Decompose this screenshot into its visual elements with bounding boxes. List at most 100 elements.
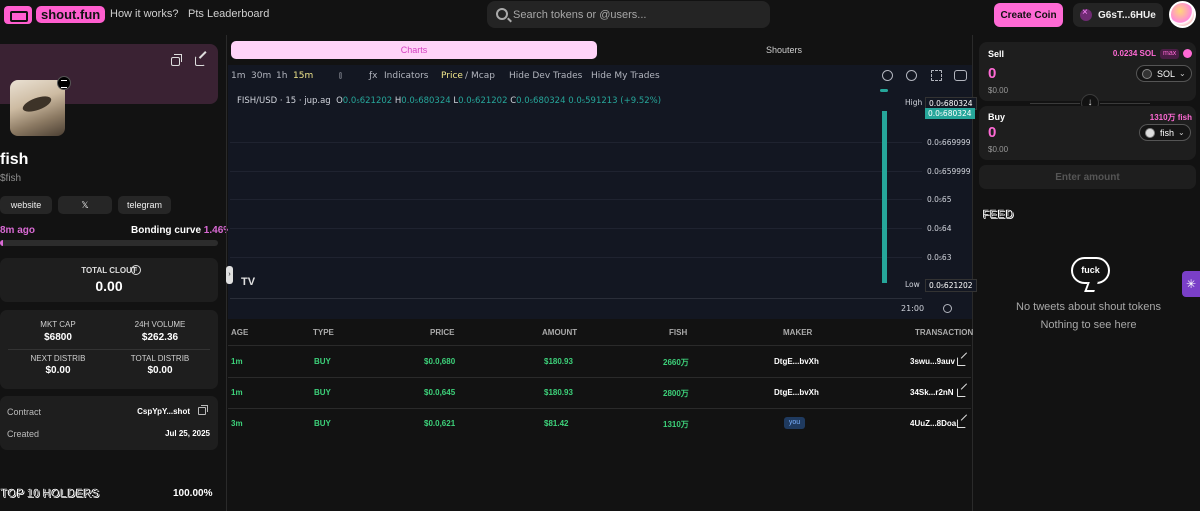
change-value: 0.0₅591213 (+9.52%) bbox=[568, 96, 662, 106]
website-button[interactable]: website bbox=[0, 196, 52, 214]
side-widget-icon[interactable]: ✳ bbox=[1182, 271, 1200, 297]
sell-token-select[interactable]: SOL ⌄ bbox=[1136, 65, 1192, 82]
sell-amount[interactable]: 0 bbox=[988, 65, 996, 82]
nav-how-it-works[interactable]: How it works? bbox=[110, 8, 178, 20]
mkt-cap-value: $6800 bbox=[44, 332, 72, 343]
indicators-icon: ƒx bbox=[369, 71, 378, 81]
tradingview-logo[interactable]: TV bbox=[241, 276, 255, 288]
top-holders-title: TOP 10 HOLDERS bbox=[0, 486, 99, 501]
high-value: 0.0₅680324 bbox=[401, 96, 451, 106]
stats-divider bbox=[8, 349, 210, 350]
header-maker: MAKER bbox=[783, 328, 813, 337]
settings-icon[interactable] bbox=[906, 70, 917, 81]
copy-contract-icon[interactable] bbox=[198, 405, 208, 415]
y-tick: 0.0₅669999 bbox=[927, 138, 971, 147]
indicators-button[interactable]: Indicators bbox=[384, 71, 428, 81]
table-row[interactable]: 3m BUY $0.0,621 $81.42 1310万 4UuZ...8Doa bbox=[228, 409, 971, 439]
contract-card bbox=[0, 396, 218, 450]
candle-wick bbox=[880, 89, 888, 92]
cell-price: $0.0,645 bbox=[424, 388, 456, 397]
gridline bbox=[230, 199, 922, 200]
hide-my-trades[interactable]: Hide My Trades bbox=[591, 71, 660, 81]
cell-fish: 2800万 bbox=[663, 389, 689, 398]
hide-dev-trades[interactable]: Hide Dev Trades bbox=[509, 71, 582, 81]
tab-charts[interactable]: Charts bbox=[231, 41, 597, 59]
cell-fish: 2660万 bbox=[663, 358, 689, 367]
cell-tx[interactable]: 4UuZ...8Doa bbox=[910, 419, 956, 428]
speech-bubble-icon: fuck bbox=[1071, 257, 1110, 284]
token-image bbox=[10, 80, 65, 136]
cell-age: 1m bbox=[231, 388, 243, 397]
tab-shouters[interactable]: Shouters bbox=[598, 41, 970, 59]
header-type: TYPE bbox=[313, 328, 334, 337]
header-price: PRICE bbox=[430, 328, 455, 337]
fullscreen-icon[interactable] bbox=[931, 70, 942, 81]
last-price-tag: 0.0₅680324 bbox=[925, 108, 975, 119]
camera-icon[interactable] bbox=[954, 70, 967, 81]
total-distrib-label: TOTAL DISTRIB bbox=[130, 354, 190, 363]
volume-label: 24H VOLUME bbox=[134, 320, 186, 329]
sell-usd: $0.00 bbox=[988, 86, 1009, 95]
y-tick: 0.0₅65 bbox=[927, 195, 952, 204]
max-button[interactable]: max bbox=[1160, 49, 1180, 59]
interval-30m[interactable]: 30m bbox=[251, 71, 271, 81]
volume-value: $262.36 bbox=[141, 332, 179, 343]
contract-address[interactable]: CspYpY...shot bbox=[110, 407, 190, 416]
cell-age: 3m bbox=[231, 419, 243, 428]
interval-15m[interactable]: 15m bbox=[293, 71, 313, 81]
enter-amount-button[interactable]: Enter amount bbox=[979, 165, 1196, 189]
candle-type-icon[interactable]: ⫾ bbox=[339, 71, 342, 81]
refresh-icon[interactable] bbox=[1183, 49, 1192, 58]
cell-amount: $180.93 bbox=[544, 388, 573, 397]
cell-maker[interactable]: DtgE...bvXh bbox=[774, 357, 819, 366]
cell-tx[interactable]: 34Sk...r2nN bbox=[910, 388, 954, 397]
collapse-panel-button[interactable]: › bbox=[226, 266, 233, 284]
wallet-button[interactable]: G6sT...6HUe bbox=[1073, 3, 1163, 27]
buy-token-select[interactable]: fish ⌄ bbox=[1139, 124, 1191, 141]
table-row[interactable]: 1m BUY $0.0,680 $180.93 2660万 DtgE...bvX… bbox=[228, 347, 971, 377]
external-link-icon[interactable] bbox=[195, 56, 205, 66]
info-icon[interactable]: i bbox=[131, 265, 141, 275]
external-link-icon[interactable] bbox=[957, 357, 966, 366]
total-clout-label: TOTAL CLOUT bbox=[81, 266, 137, 275]
mcap-toggle[interactable]: Mcap bbox=[471, 71, 495, 81]
avatar[interactable] bbox=[1169, 1, 1196, 28]
external-link-icon[interactable] bbox=[957, 388, 966, 397]
contract-label: Contract bbox=[7, 407, 42, 417]
close-value: 0.0₅680324 bbox=[516, 96, 566, 106]
chart-settings-icon[interactable] bbox=[943, 304, 952, 313]
buy-amount[interactable]: 0 bbox=[988, 124, 996, 141]
table-row[interactable]: 1m BUY $0.0,645 $180.93 2800万 DtgE...bvX… bbox=[228, 378, 971, 408]
divider-line bbox=[1100, 103, 1150, 104]
cell-tx[interactable]: 3swu...9auv bbox=[910, 357, 955, 366]
candle[interactable] bbox=[882, 111, 887, 283]
cell-type: BUY bbox=[314, 388, 331, 397]
logo[interactable]: shout.fun bbox=[4, 4, 106, 25]
buy-label: Buy bbox=[988, 112, 1006, 122]
created-label: Created bbox=[7, 429, 40, 439]
price-toggle[interactable]: Price bbox=[441, 71, 463, 81]
telegram-button[interactable]: telegram bbox=[118, 196, 171, 214]
nav-pts-leaderboard[interactable]: Pts Leaderboard bbox=[188, 8, 269, 20]
search-input[interactable] bbox=[513, 2, 763, 27]
copy-icon[interactable] bbox=[171, 54, 182, 66]
header-fish: FISH bbox=[669, 328, 688, 337]
interval-1h[interactable]: 1h bbox=[276, 71, 287, 81]
feed-title: FEED bbox=[982, 207, 1014, 222]
y-tick: 0.0₅64 bbox=[927, 224, 952, 233]
solana-icon bbox=[1142, 68, 1152, 79]
total-distrib-value: $0.00 bbox=[147, 365, 173, 376]
cell-fish: 1310万 bbox=[663, 420, 689, 429]
replay-icon[interactable] bbox=[882, 70, 893, 81]
interval-1m[interactable]: 1m bbox=[231, 71, 246, 81]
external-link-icon[interactable] bbox=[957, 419, 966, 428]
y-tick: 0.0₅659999 bbox=[927, 167, 971, 176]
sell-label: Sell bbox=[988, 49, 1005, 59]
token-name: fish bbox=[0, 151, 29, 168]
create-coin-button[interactable]: Create Coin bbox=[994, 3, 1063, 27]
buy-balance: 1310万 fish bbox=[1149, 113, 1192, 122]
x-button[interactable]: 𝕏 bbox=[58, 196, 112, 214]
cell-maker[interactable]: DtgE...bvXh bbox=[774, 388, 819, 397]
logo-text: shout.fun bbox=[36, 6, 106, 23]
open-value: 0.0₅621202 bbox=[342, 96, 393, 106]
